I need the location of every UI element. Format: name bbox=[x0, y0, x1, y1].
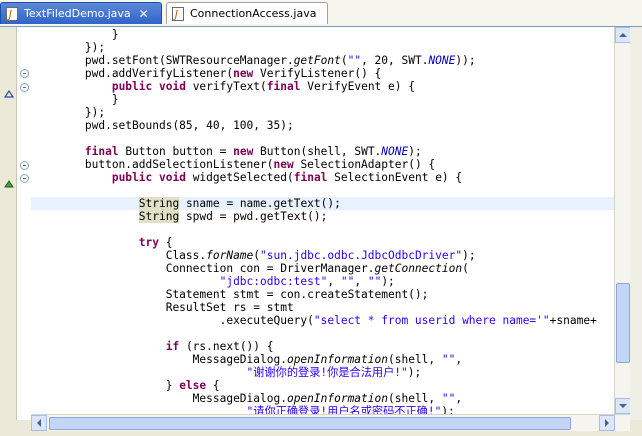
code-line: pwd.addVerifyListener(new VerifyListener… bbox=[31, 67, 382, 80]
scroll-down-arrow-icon[interactable] bbox=[615, 398, 631, 414]
svg-text:J: J bbox=[6, 10, 13, 21]
editor-tab-bar: J TextFiledDemo.java ✕ J ConnectionAcces… bbox=[0, 0, 642, 27]
close-tab-icon[interactable]: ✕ bbox=[139, 7, 149, 21]
code-line: } bbox=[31, 28, 119, 41]
code-line: } else { bbox=[31, 379, 220, 392]
code-line: pwd.setFont(SWTResourceManager.getFont("… bbox=[31, 54, 476, 67]
java-file-icon: J bbox=[171, 6, 185, 21]
code-line: }); bbox=[31, 106, 106, 119]
code-line: }); bbox=[31, 41, 106, 54]
code-line: MessageDialog.openInformation(shell, "", bbox=[31, 392, 463, 405]
code-line: Connection con = DriverManager.getConnec… bbox=[31, 262, 469, 275]
vertical-scroll-thumb[interactable] bbox=[616, 283, 630, 363]
code-line: String spwd = pwd.getText(); bbox=[138, 210, 328, 223]
code-line: "谢谢你的登录!你是合法用户!"); bbox=[246, 366, 422, 379]
scroll-up-arrow-icon[interactable] bbox=[615, 27, 631, 43]
implements-triangle-icon[interactable] bbox=[4, 173, 14, 192]
fold-collapse-icon[interactable] bbox=[20, 69, 29, 78]
annotation-ruler[interactable] bbox=[0, 27, 17, 420]
fold-collapse-icon[interactable] bbox=[20, 174, 29, 183]
svg-text:J: J bbox=[172, 10, 179, 21]
code-line: } bbox=[31, 93, 119, 106]
status-strip bbox=[0, 431, 642, 436]
scroll-left-arrow-icon[interactable] bbox=[31, 415, 47, 431]
code-text-area[interactable]: } }); pwd.setFont(SWTResourceManager.get… bbox=[31, 27, 614, 420]
horizontal-scroll-thumb[interactable] bbox=[49, 417, 571, 430]
code-line: .executeQuery("select * from userid wher… bbox=[31, 314, 597, 327]
vertical-scrollbar[interactable] bbox=[614, 27, 631, 420]
tab-textfileddemo[interactable]: J TextFiledDemo.java ✕ bbox=[0, 2, 162, 24]
tab-label: ConnectionAccess.java bbox=[190, 7, 317, 20]
code-line: Statement stmt = con.createStatement(); bbox=[31, 288, 429, 301]
scroll-right-arrow-icon[interactable] bbox=[599, 415, 615, 431]
code-line: public void widgetSelected(final Selecti… bbox=[111, 171, 463, 184]
fold-collapse-icon[interactable] bbox=[20, 161, 29, 170]
code-line: try { bbox=[138, 236, 173, 249]
horizontal-scrollbar[interactable] bbox=[31, 414, 630, 432]
code-line: Class.forName("sun.jdbc.odbc.JdbcOdbcDri… bbox=[31, 249, 476, 262]
code-line: MessageDialog.openInformation(shell, "", bbox=[31, 353, 463, 366]
java-file-icon: J bbox=[5, 6, 19, 21]
code-line: public void verifyText(final VerifyEvent… bbox=[111, 80, 415, 93]
code-line: ResultSet rs = stmt bbox=[31, 301, 294, 314]
code-line: pwd.setBounds(85, 40, 100, 35); bbox=[31, 119, 294, 132]
override-arrow-icon[interactable] bbox=[3, 83, 15, 102]
tab-label: TextFiledDemo.java bbox=[24, 7, 131, 20]
overview-ruler[interactable] bbox=[630, 27, 642, 420]
code-editor[interactable]: } }); pwd.setFont(SWTResourceManager.get… bbox=[0, 27, 642, 420]
code-line: final Button button = new Button(shell, … bbox=[84, 145, 422, 158]
code-line: String sname = name.getText(); bbox=[138, 197, 341, 210]
fold-collapse-icon[interactable] bbox=[20, 83, 29, 92]
code-line: "jdbc:odbc:test", "", ""); bbox=[219, 275, 395, 288]
tab-connectionaccess[interactable]: J ConnectionAccess.java bbox=[166, 2, 328, 24]
code-line: if (rs.next()) { bbox=[165, 340, 274, 353]
code-line: button.addSelectionListener(new Selectio… bbox=[31, 158, 436, 171]
